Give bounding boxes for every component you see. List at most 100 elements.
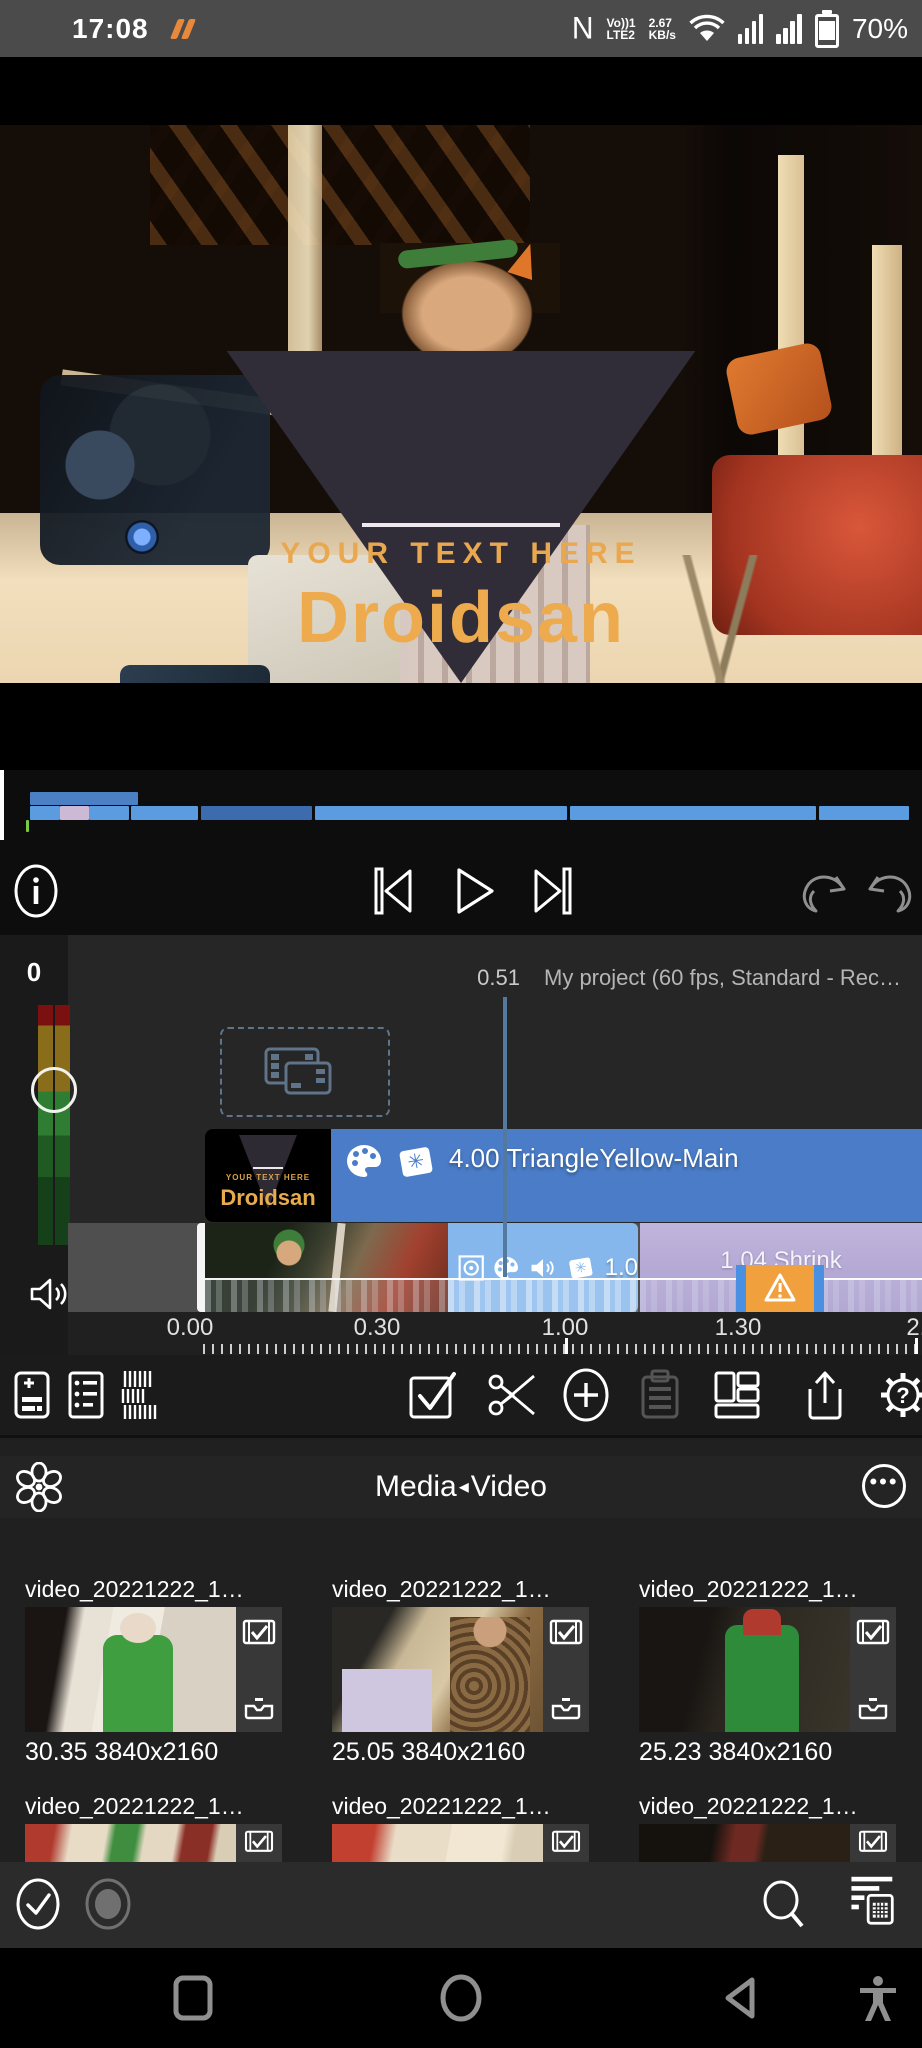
overview-playhead[interactable] <box>0 770 4 840</box>
film-used-icon <box>856 1619 890 1649</box>
settings-help-button[interactable]: ? <box>877 1369 922 1421</box>
transport-bar <box>0 845 922 935</box>
select-button[interactable] <box>407 1369 459 1421</box>
network-speed: 2.67KB/s <box>649 17 676 41</box>
media-tile[interactable]: video_20221222_1… 25.05 3840x2160 <box>332 1576 589 1767</box>
home-button[interactable] <box>438 1974 484 2022</box>
tray-icon <box>857 1694 889 1720</box>
edit-toolbar: ? <box>0 1355 922 1435</box>
media-thumbnail <box>639 1824 896 1866</box>
effects-icon: ✳ <box>395 1143 437 1181</box>
carrier-badge-icon <box>171 17 197 41</box>
media-panel: Media◂Video ••• video_20221222_1… 30.35 … <box>0 1435 922 1862</box>
thumb-name-text: Droidsan <box>205 1185 331 1211</box>
breadcrumb-media: Media <box>375 1470 457 1503</box>
media-file-name: video_20221222_1… <box>332 1576 589 1603</box>
drop-zone[interactable] <box>220 1027 390 1117</box>
accessibility-button[interactable] <box>856 1974 900 2024</box>
add-button[interactable] <box>560 1369 612 1421</box>
overview-segment <box>201 806 312 820</box>
frame-strip-button[interactable] <box>116 1369 168 1421</box>
media-tile[interactable]: video_20221222_1… 30.35 3840x2160 <box>25 1576 282 1767</box>
undo-button[interactable] <box>796 863 852 919</box>
skip-to-start-button[interactable] <box>366 863 422 919</box>
media-more-button[interactable]: ••• <box>862 1464 906 1508</box>
time-ruler[interactable]: 0.00 0.30 1.00 1.30 2.0 <box>68 1312 922 1355</box>
gain-value: 0 <box>0 957 68 988</box>
play-button[interactable] <box>447 863 503 919</box>
title-clip[interactable]: ✳ 4.00 TriangleYellow-Main <box>331 1129 922 1222</box>
media-tile[interactable]: video_20221222_1… <box>25 1793 282 1866</box>
media-header: Media◂Video ••• <box>0 1456 922 1518</box>
overview-segment <box>570 806 816 820</box>
media-breadcrumb[interactable]: Media◂Video <box>0 1470 922 1504</box>
skip-to-end-button[interactable] <box>524 863 580 919</box>
ruler-label: 0.00 <box>145 1314 235 1342</box>
media-file-name: video_20221222_1… <box>639 1576 896 1603</box>
sort-list-button[interactable] <box>844 1874 896 1926</box>
media-file-name: video_20221222_1… <box>25 1793 282 1820</box>
clock: 17:08 <box>72 13 149 45</box>
thumb-line <box>253 1167 283 1169</box>
layout-button[interactable] <box>711 1369 763 1421</box>
cut-button[interactable] <box>486 1369 538 1421</box>
media-action-bar <box>0 1862 922 1948</box>
breadcrumb-video: Video <box>471 1470 547 1503</box>
project-title[interactable]: My project (60 fps, Standard - Rec… <box>544 965 912 991</box>
gain-knob[interactable] <box>31 1067 77 1113</box>
media-tile[interactable]: video_20221222_1… 25.23 3840x2160 <box>639 1576 896 1767</box>
clip-info-button[interactable] <box>60 1369 112 1421</box>
tray-icon <box>550 1694 582 1720</box>
media-file-meta: 25.23 3840x2160 <box>639 1738 896 1767</box>
film-used-icon <box>858 1830 888 1856</box>
ruler-major-tick <box>915 1338 918 1354</box>
tray-icon <box>243 1694 275 1720</box>
film-used-icon <box>242 1619 276 1649</box>
select-mode-button[interactable] <box>12 1878 64 1930</box>
media-tile[interactable]: video_20221222_1… <box>332 1793 589 1866</box>
timeline-panel: 0 0.51 My project (60 fps, Standard - Re… <box>0 935 922 1355</box>
overview-segment <box>819 806 909 820</box>
add-clip-button[interactable] <box>6 1369 58 1421</box>
media-file-name: video_20221222_1… <box>25 1576 282 1603</box>
video-track: 1.04 Shrink ✳ 1.0 <box>68 1223 922 1312</box>
overview-segment <box>30 806 60 820</box>
battery-icon <box>815 10 839 48</box>
media-thumbnail <box>639 1607 896 1732</box>
signal-bars-sim2-icon <box>776 14 802 44</box>
overview-segment <box>131 806 198 820</box>
thumb-small-text: YOUR TEXT HERE <box>205 1173 331 1182</box>
playhead-position: 0.51 <box>380 965 520 991</box>
volte-indicator: Vo))1LTE2 <box>607 17 636 41</box>
search-button[interactable] <box>758 1878 810 1930</box>
media-file-meta: 25.05 3840x2160 <box>332 1738 589 1767</box>
media-thumbnail <box>332 1607 589 1732</box>
timeline-playhead[interactable] <box>503 997 507 1277</box>
media-file-meta: 30.35 3840x2160 <box>25 1738 282 1767</box>
redo-button[interactable] <box>862 863 918 919</box>
video-preview[interactable]: YOUR TEXT HERE Droidsan <box>0 125 922 683</box>
palette-icon <box>345 1143 383 1179</box>
share-button[interactable] <box>799 1369 851 1421</box>
back-button[interactable] <box>718 1974 762 2022</box>
media-tile[interactable]: video_20221222_1… <box>639 1793 896 1866</box>
preview-lattice-backdrop <box>150 125 530 245</box>
title-track: YOUR TEXT HERE Droidsan ✳ 4.00 TriangleY… <box>205 1129 922 1222</box>
overview-audio-tick <box>26 820 29 832</box>
title-divider-line <box>362 523 560 527</box>
record-button[interactable] <box>82 1878 134 1930</box>
info-button[interactable] <box>8 863 64 919</box>
warning-segment[interactable] <box>746 1265 814 1312</box>
title-overlay-small-text: YOUR TEXT HERE <box>0 537 922 571</box>
ruler-ticks <box>203 1344 922 1354</box>
speaker-icon[interactable] <box>28 1275 72 1313</box>
android-nav-bar <box>0 1948 922 2048</box>
recents-button[interactable] <box>172 1974 214 2022</box>
paste-attributes-button[interactable] <box>634 1369 686 1421</box>
title-clip-thumbnail[interactable]: YOUR TEXT HERE Droidsan <box>205 1129 331 1222</box>
title-overlay-name-text: Droidsan <box>0 577 922 659</box>
film-used-icon <box>551 1830 581 1856</box>
timeline-overview[interactable] <box>0 770 922 845</box>
wifi-icon <box>689 14 725 44</box>
timeline-gutter: 0 <box>0 935 68 1355</box>
